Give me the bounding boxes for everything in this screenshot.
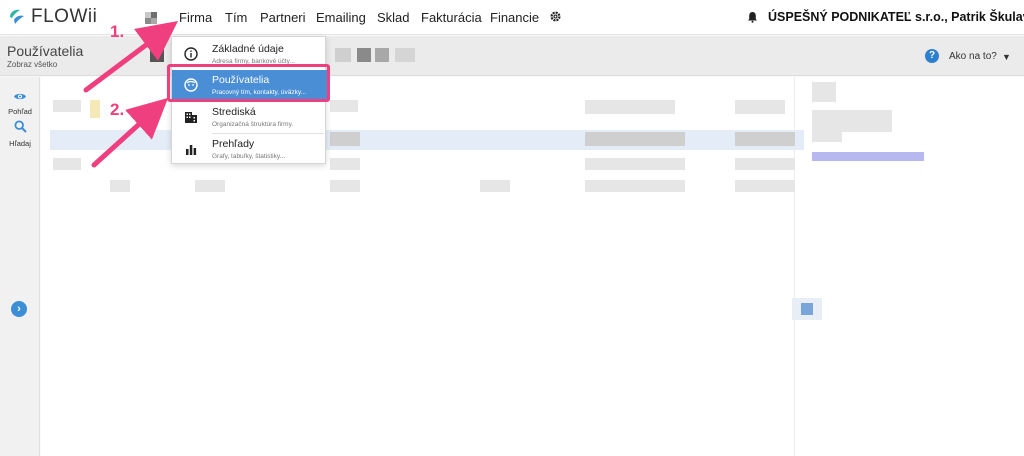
arrow-to-users (91, 97, 169, 168)
annotation-arrows (83, 21, 178, 168)
app-root: FLOWii Firma Tím Partneri Emailing Sklad… (0, 0, 1024, 456)
arrow-to-firma (83, 21, 178, 93)
annotation-step-2: 2. (110, 100, 125, 119)
annotation-step-1: 1. (110, 22, 125, 41)
